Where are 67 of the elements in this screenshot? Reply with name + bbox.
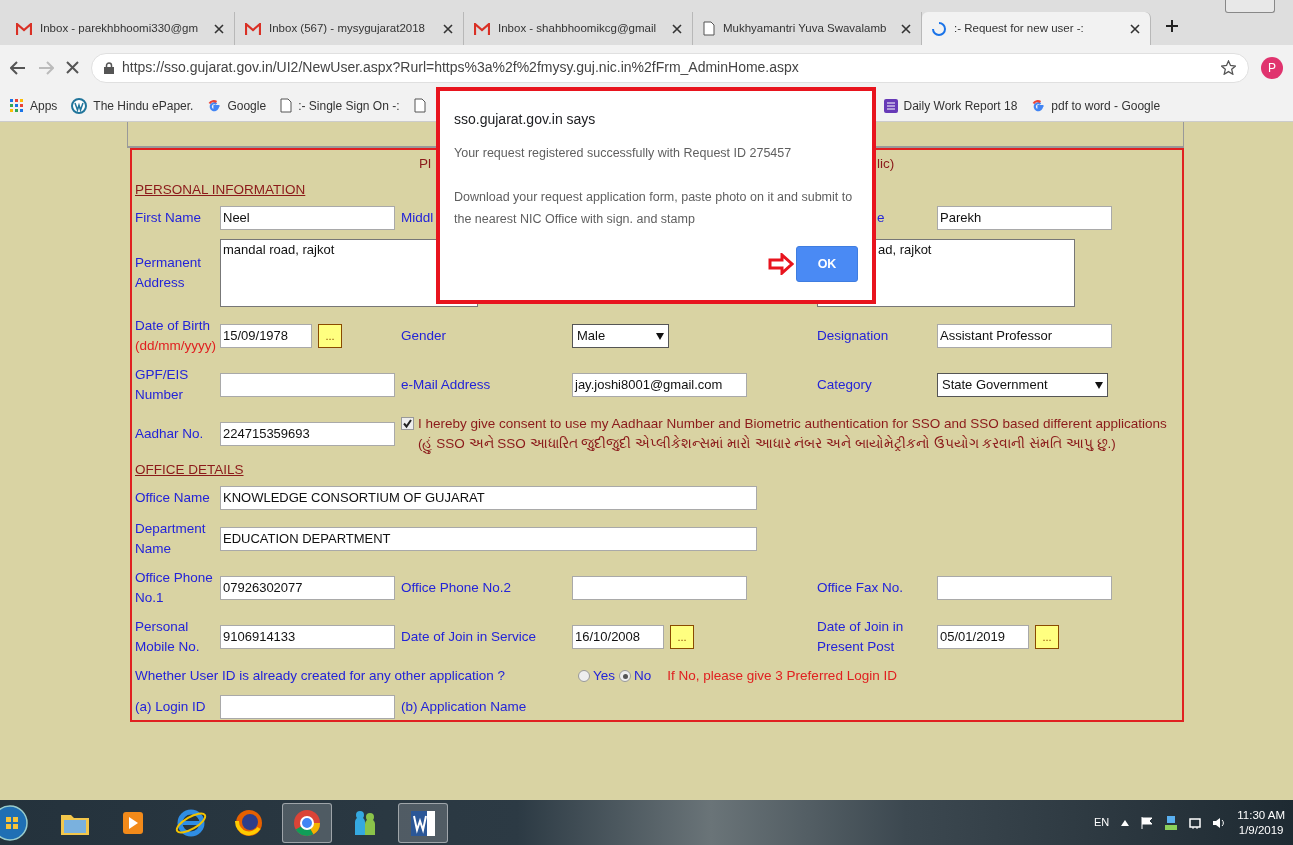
input-field[interactable]: Parekh	[937, 206, 1112, 230]
field-label: Office Phone No.2	[401, 579, 512, 597]
input-field[interactable]: Neel	[220, 206, 395, 230]
question-text: Whether User ID is already created for any other application ?	[135, 667, 505, 686]
field-label: Office Phone No.1	[135, 569, 214, 607]
field-label: Date of Join in Present Post	[817, 618, 905, 656]
field-label: Permanent Address	[135, 254, 203, 292]
field-label: Designation	[817, 327, 889, 345]
profile-avatar[interactable]: P	[1261, 56, 1283, 79]
tab-title: :- Request for new user -:	[954, 20, 1085, 36]
radio-option[interactable]: Yes	[578, 666, 616, 687]
bookmark[interactable]: Apps	[10, 96, 58, 115]
input-field[interactable]: EDUCATION DEPARTMENT	[220, 527, 757, 551]
input-field[interactable]: 07926302077	[220, 576, 395, 600]
field-label: Personal Mobile No.	[135, 618, 201, 656]
field-label: Date of Join in Service	[401, 628, 537, 646]
input-field[interactable]: Assistant Professor	[937, 324, 1112, 348]
input-field[interactable]: 9106914133	[220, 625, 395, 649]
field-label: (b) Application Name	[401, 698, 527, 717]
tab-title: Inbox - shahbhoomikcg@gmail	[498, 20, 658, 36]
language-indicator[interactable]: EN	[1093, 814, 1110, 831]
heading-text: lic)	[877, 155, 895, 173]
radio-option[interactable]: No	[619, 666, 652, 687]
field-label: Middl	[401, 209, 434, 227]
field-label: Category	[817, 376, 872, 394]
field-label: Office Name	[135, 489, 210, 507]
bookmark[interactable]: :- Single Sign On -:	[280, 96, 400, 115]
field-label: Aadhar No.	[135, 425, 204, 443]
consent-text: I hereby give consent to use my Aadhaar Number and Biometric authentication for SSO and SSO based different applications (હું SSO અને SSO આધારિત જુદીજુદી એપ્લીકેશન્સમાં મારો આધાર નંબર અને બાયોમેટ્રીકનો ઉપયોગ કરવાની સંમતિ આપુ છુ.)	[418, 414, 1182, 454]
tab-title: Inbox - parekhbhoomi330@gm	[40, 20, 200, 36]
bookmark[interactable]: Google	[207, 96, 267, 115]
field-label: e-Mail Address	[401, 376, 491, 394]
section-heading: PERSONAL INFORMATION	[135, 183, 306, 197]
field-label: Office Fax No.	[817, 579, 904, 597]
calendar-button[interactable]: ...	[318, 324, 342, 348]
date-field[interactable]: 15/09/1978	[220, 324, 312, 348]
tab-title: Inbox (567) - mysygujarat2018	[269, 20, 426, 36]
input-field[interactable]: KNOWLEDGE CONSORTIUM OF GUJARAT	[220, 486, 757, 510]
calendar-button[interactable]: ...	[1035, 625, 1059, 649]
hint-text: If No, please give 3 Preferred Login ID	[667, 667, 897, 685]
field-label: Department Name	[135, 520, 207, 558]
url-text: https://sso.gujarat.gov.in/UI2/NewUser.aspx?Rurl=https%3a%2f%2fmysy.guj.nic.in%2fFrm_AdminHome.aspx	[122, 58, 800, 77]
browser-tab[interactable]: :- Request for new user -:	[922, 12, 1151, 45]
date-field[interactable]: 16/10/2008	[572, 625, 664, 649]
calendar-button[interactable]: ...	[670, 625, 694, 649]
bookmark[interactable]: pdf to word - Google	[1031, 96, 1161, 115]
dropdown[interactable]: State Government	[937, 373, 1108, 397]
field-label: (a) Login ID	[135, 698, 206, 717]
dialog-title: sso.gujarat.gov.in says	[454, 110, 597, 129]
bookmark[interactable]: The Hindu ePaper.	[71, 96, 194, 115]
field-label: Gender	[401, 327, 447, 345]
input-field[interactable]: jay.joshi8001@gmail.com	[572, 373, 747, 397]
field-label: Date of Birth (dd/mm/yyyy)	[135, 317, 216, 355]
field-label: First Name	[135, 209, 201, 227]
dropdown[interactable]: Male	[572, 324, 669, 348]
bookmark[interactable]: Daily Work Report 18	[883, 96, 1018, 115]
dialog-message: Your request registered successfully with Request ID 275457	[454, 145, 793, 162]
tab-title: Mukhyamantri Yuva Swavalamb	[723, 20, 888, 36]
field-label: e	[877, 209, 885, 227]
date-field[interactable]: 05/01/2019	[937, 625, 1029, 649]
section-heading: OFFICE DETAILS	[135, 463, 244, 477]
address-bar[interactable]: https://sso.gujarat.gov.in/UI2/NewUser.aspx?Rurl=https%3a%2f%2fmysy.guj.nic.in%2fFrm_AdminHome.aspx	[91, 52, 1249, 83]
heading-text: Pl	[419, 155, 431, 173]
field-label: GPF/EIS Number	[135, 366, 190, 404]
input-field[interactable]: 224715359693	[220, 422, 395, 446]
clock[interactable]: 11:30 AM 1/9/2019	[1237, 807, 1285, 838]
dialog-message: Download your request application form, paste photo on it and submit to the nearest NIC Office with sign. and stamp	[454, 189, 854, 228]
